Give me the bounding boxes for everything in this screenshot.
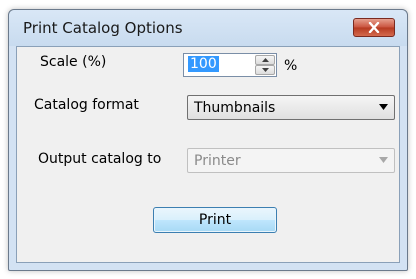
close-icon (368, 22, 380, 33)
scale-stepper[interactable]: 100 (183, 53, 277, 77)
dropdown-arrow-icon (379, 104, 388, 110)
scale-label: Scale (%) (40, 54, 107, 70)
output-catalog-select: Printer (187, 148, 395, 173)
scale-value: 100 (188, 56, 219, 72)
catalog-format-value: Thumbnails (194, 100, 276, 116)
dialog-title: Print Catalog Options (23, 19, 183, 37)
output-catalog-label: Output catalog to (38, 151, 162, 167)
spin-buttons (255, 55, 275, 75)
catalog-format-label: Catalog format (34, 97, 139, 113)
scale-increment-button[interactable] (255, 55, 275, 65)
catalog-format-select[interactable]: Thumbnails (187, 95, 395, 120)
output-catalog-value: Printer (194, 153, 241, 169)
dialog-body: Scale (%) 100 % Catalog format Thumbnail… (16, 46, 400, 263)
print-button[interactable]: Print (153, 207, 277, 233)
scale-unit: % (284, 58, 298, 74)
chevron-up-icon (261, 58, 269, 62)
scale-decrement-button[interactable] (255, 65, 275, 75)
close-button[interactable] (353, 18, 395, 37)
title-bar[interactable]: Print Catalog Options (9, 10, 407, 46)
scale-input[interactable]: 100 (186, 56, 252, 74)
chevron-down-icon (261, 68, 269, 72)
print-catalog-dialog: Print Catalog Options Scale (%) 100 % Ca… (8, 9, 408, 271)
dropdown-arrow-icon (379, 157, 388, 163)
